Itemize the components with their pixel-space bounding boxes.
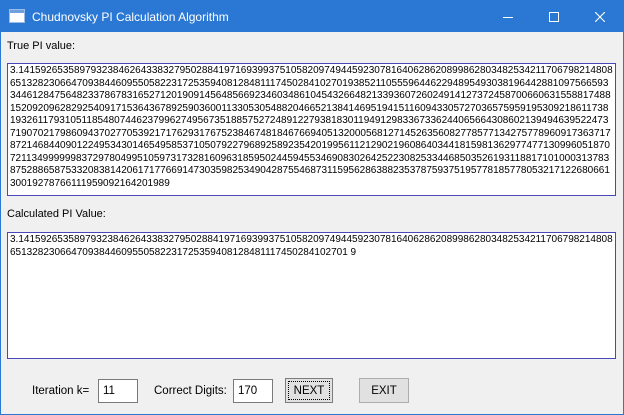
title-bar[interactable]: Chudnovsky PI Calculation Algorithm	[1, 1, 623, 32]
minimize-icon	[503, 16, 513, 18]
close-icon	[595, 11, 605, 22]
window-title: Chudnovsky PI Calculation Algorithm	[32, 10, 229, 24]
next-button[interactable]: NEXT	[285, 378, 333, 403]
calculated-pi-label: Calculated PI Value:	[7, 208, 106, 220]
exit-button[interactable]: EXIT	[359, 378, 409, 403]
maximize-icon	[549, 11, 559, 22]
minimize-button[interactable]	[485, 1, 531, 32]
iteration-label: Iteration k=	[32, 385, 90, 397]
app-window: Chudnovsky PI Calculation Algorithm True…	[0, 0, 624, 415]
iteration-input[interactable]	[98, 379, 138, 403]
correct-digits-input[interactable]	[233, 379, 273, 403]
maximize-button[interactable]	[531, 1, 577, 32]
true-pi-label: True PI value:	[7, 40, 76, 52]
close-button[interactable]	[577, 1, 623, 32]
calculated-pi-digits: 3.14159265358979323846264338327950288419…	[10, 234, 613, 258]
true-pi-digits: 3.14159265358979323846264338327950288419…	[10, 65, 613, 189]
calculated-pi-textbox[interactable]: 3.14159265358979323846264338327950288419…	[7, 232, 616, 359]
correct-digits-label: Correct Digits:	[154, 385, 227, 397]
true-pi-textbox[interactable]: 3.14159265358979323846264338327950288419…	[7, 63, 616, 196]
app-icon	[9, 9, 25, 23]
